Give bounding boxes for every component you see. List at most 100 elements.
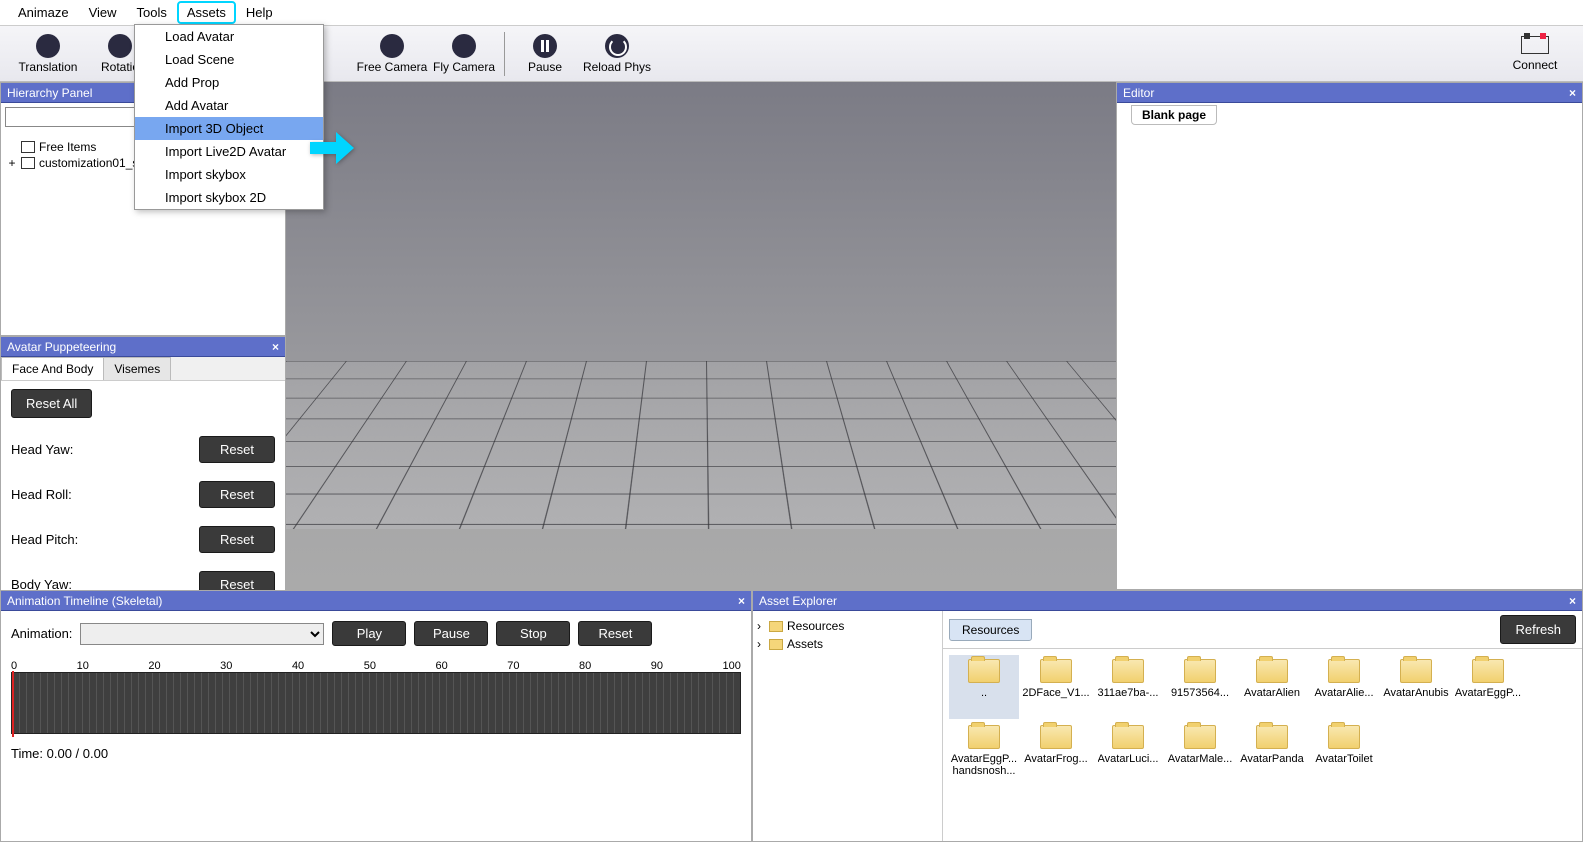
folder-icon (1328, 725, 1360, 749)
folder-label: AvatarPanda (1240, 753, 1303, 765)
folder-label: AvatarMale... (1168, 753, 1233, 765)
animation-select[interactable] (80, 623, 324, 645)
folder-item[interactable]: AvatarEggP...handsnosh... (949, 721, 1019, 785)
asset-explorer-header: Asset Explorer× (753, 591, 1582, 611)
menu-load-scene[interactable]: Load Scene (135, 48, 323, 71)
assets-dropdown: Load Avatar Load Scene Add Prop Add Avat… (134, 24, 324, 210)
tree-item-assets[interactable]: ›Assets (757, 635, 938, 653)
menu-import-3d-object[interactable]: Import 3D Object (135, 117, 323, 140)
folder-item[interactable]: AvatarLuci... (1093, 721, 1163, 785)
folder-icon (968, 725, 1000, 749)
menu-tools[interactable]: Tools (127, 1, 177, 24)
folder-icon (769, 639, 783, 650)
editor-header: Editor× (1117, 83, 1582, 103)
folder-label: AvatarEggP...handsnosh... (949, 753, 1019, 777)
folder-label: AvatarEggP... (1455, 687, 1521, 699)
menu-add-avatar[interactable]: Add Avatar (135, 94, 323, 117)
reset-button[interactable]: Reset (578, 621, 652, 646)
tool-translation[interactable]: Translation (12, 28, 84, 80)
close-icon[interactable]: × (1569, 594, 1576, 608)
folder-label: 2DFace_V1... (1022, 687, 1089, 699)
folder-label: AvatarToilet (1315, 753, 1372, 765)
animation-label: Animation: (11, 626, 72, 641)
tool-connect[interactable]: Connect (1499, 28, 1571, 80)
close-icon[interactable]: × (1569, 86, 1576, 100)
toolbar-separator (504, 32, 505, 76)
param-head-yaw-label: Head Yaw: (11, 442, 73, 457)
tab-blank-page[interactable]: Blank page (1131, 105, 1217, 125)
menu-add-prop[interactable]: Add Prop (135, 71, 323, 94)
folder-icon (1400, 659, 1432, 683)
menu-animaze[interactable]: Animaze (8, 1, 79, 24)
folder-icon (1184, 725, 1216, 749)
viewport-3d[interactable] (286, 82, 1116, 590)
breadcrumb-resources[interactable]: Resources (949, 619, 1032, 641)
folder-icon (1040, 659, 1072, 683)
folder-icon (1112, 659, 1144, 683)
folder-label: AvatarFrog... (1024, 753, 1087, 765)
folder-label: 91573564... (1171, 687, 1229, 699)
stop-button[interactable]: Stop (496, 621, 570, 646)
folder-item[interactable]: AvatarAlie... (1309, 655, 1379, 719)
expand-icon[interactable]: + (7, 156, 17, 170)
folder-icon (769, 621, 783, 632)
param-head-roll-label: Head Roll: (11, 487, 72, 502)
menu-view[interactable]: View (79, 1, 127, 24)
folder-icon (968, 659, 1000, 683)
tool-pause[interactable]: Pause (509, 28, 581, 80)
folder-icon (1328, 659, 1360, 683)
tab-visemes[interactable]: Visemes (103, 357, 171, 380)
avatar-puppeteering-panel: Avatar Puppeteering× Face And Body Visem… (0, 336, 286, 629)
grid-floor (286, 361, 1116, 529)
tool-free-camera[interactable]: Free Camera (356, 28, 428, 80)
reset-head-roll-button[interactable]: Reset (199, 481, 275, 508)
editor-panel: Editor× Blank page (1116, 82, 1583, 590)
reset-head-yaw-button[interactable]: Reset (199, 436, 275, 463)
menu-help[interactable]: Help (236, 1, 283, 24)
folder-label: AvatarAnubis (1383, 687, 1448, 699)
folder-icon (1472, 659, 1504, 683)
tool-fly-camera[interactable]: Fly Camera (428, 28, 500, 80)
folder-label: .. (981, 687, 987, 699)
animation-timeline-panel: Animation Timeline (Skeletal)× Animation… (0, 590, 752, 842)
pointer-arrow-icon (310, 130, 354, 173)
folder-item[interactable]: .. (949, 655, 1019, 719)
folder-item[interactable]: 311ae7ba-... (1093, 655, 1163, 719)
play-button[interactable]: Play (332, 621, 406, 646)
connect-icon (1521, 36, 1549, 54)
asset-tree: ›Resources ›Assets (753, 611, 943, 841)
close-icon[interactable]: × (272, 340, 279, 354)
folder-icon (21, 141, 35, 153)
menu-import-skybox-2d[interactable]: Import skybox 2D (135, 186, 323, 209)
asset-explorer-panel: Asset Explorer× ›Resources ›Assets Resou… (752, 590, 1583, 842)
pause-button[interactable]: Pause (414, 621, 488, 646)
folder-item[interactable]: AvatarEggP... (1453, 655, 1523, 719)
refresh-button[interactable]: Refresh (1500, 615, 1576, 644)
reset-all-button[interactable]: Reset All (11, 389, 92, 418)
folder-item[interactable]: 91573564... (1165, 655, 1235, 719)
menu-load-avatar[interactable]: Load Avatar (135, 25, 323, 48)
folder-item[interactable]: 2DFace_V1... (1021, 655, 1091, 719)
tool-reload-phys[interactable]: Reload Phys (581, 28, 653, 80)
menu-import-live2d[interactable]: Import Live2D Avatar (135, 140, 323, 163)
folder-item[interactable]: AvatarFrog... (1021, 721, 1091, 785)
folder-label: 311ae7ba-... (1098, 687, 1159, 699)
timeline-track[interactable] (11, 672, 741, 734)
folder-item[interactable]: AvatarPanda (1237, 721, 1307, 785)
folder-icon (1184, 659, 1216, 683)
menubar: Animaze View Tools Assets Help (0, 0, 1583, 26)
folder-item[interactable]: AvatarAlien (1237, 655, 1307, 719)
folder-item[interactable]: AvatarMale... (1165, 721, 1235, 785)
reset-head-pitch-button[interactable]: Reset (199, 526, 275, 553)
menu-import-skybox[interactable]: Import skybox (135, 163, 323, 186)
folder-icon (1040, 725, 1072, 749)
tree-item-resources[interactable]: ›Resources (757, 617, 938, 635)
menu-assets[interactable]: Assets (177, 1, 236, 24)
tab-face-body[interactable]: Face And Body (1, 357, 104, 380)
close-icon[interactable]: × (738, 594, 745, 608)
folder-item[interactable]: AvatarToilet (1309, 721, 1379, 785)
folder-icon (21, 157, 35, 169)
folder-label: AvatarAlie... (1314, 687, 1373, 699)
folder-item[interactable]: AvatarAnubis (1381, 655, 1451, 719)
timeline-time-label: Time: 0.00 / 0.00 (1, 738, 751, 769)
